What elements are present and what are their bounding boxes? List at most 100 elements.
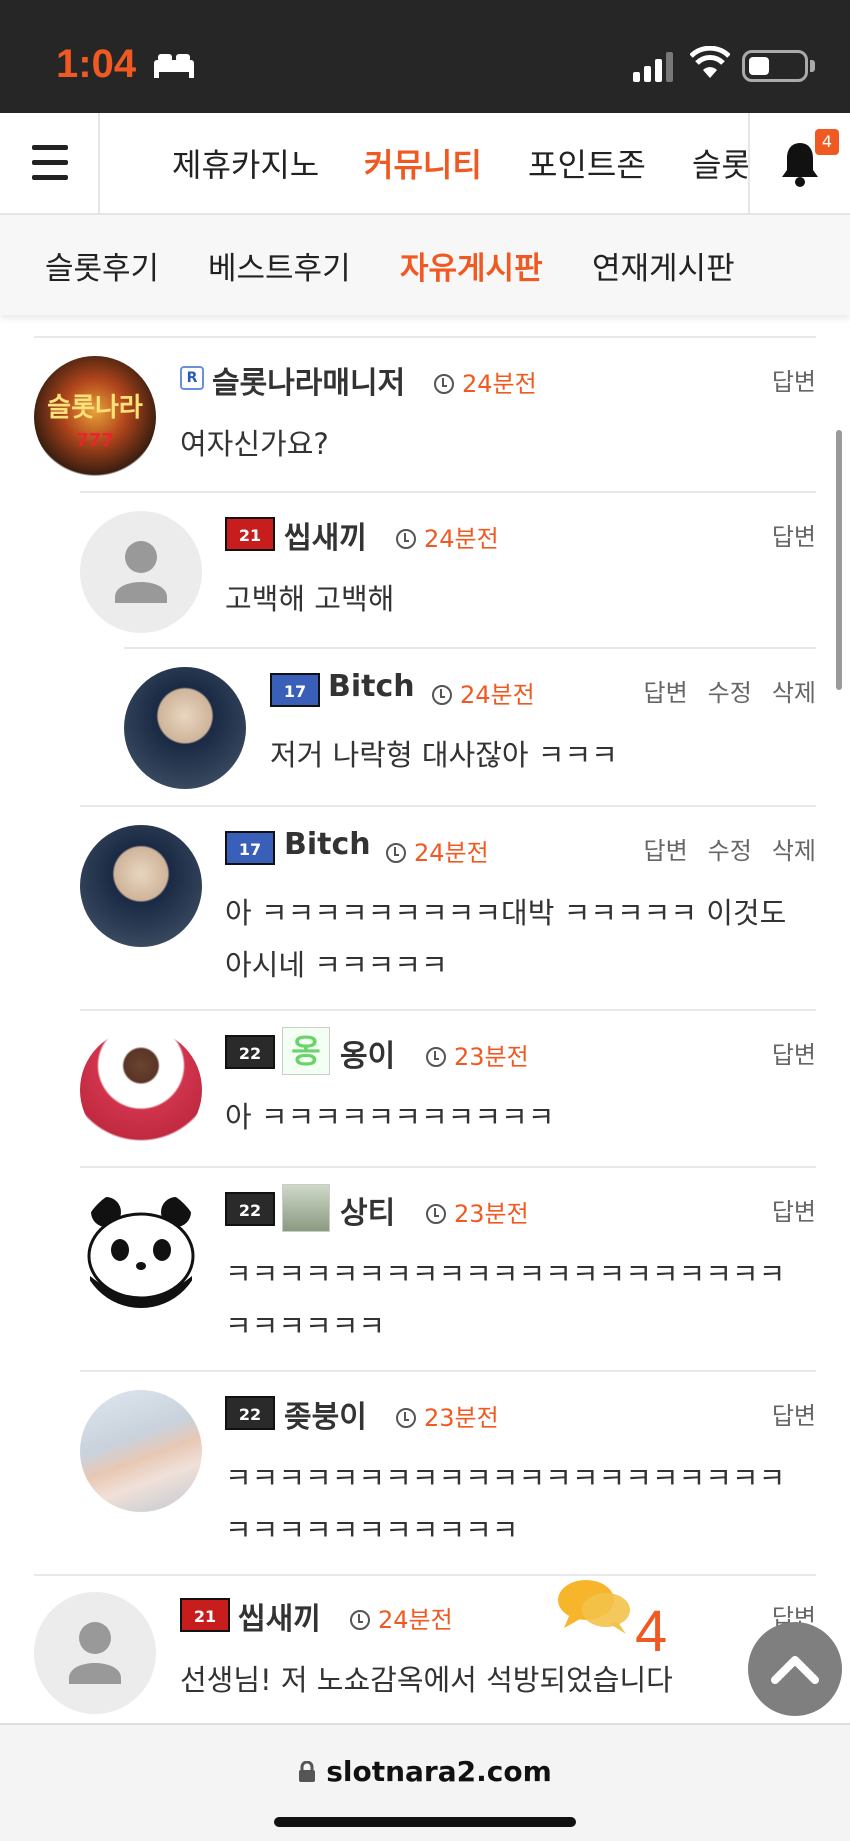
- comment-text: 아 ㅋㅋㅋㅋㅋㅋㅋㅋㅋㅋㅋ: [225, 1100, 555, 1134]
- level-badge: 22: [225, 1192, 275, 1226]
- clock-icon: [426, 1047, 446, 1067]
- comment-author[interactable]: 좆붕이: [284, 1392, 367, 1436]
- sub-navigation: 슬롯후기 베스트후기 자유게시판 연재게시판: [0, 215, 850, 315]
- url-display[interactable]: slotnara2.com: [0, 1755, 850, 1788]
- comment-time: 24분전: [396, 519, 499, 554]
- nav-item-slot[interactable]: 슬롯: [692, 140, 748, 186]
- status-bar: 1:04: [0, 0, 850, 113]
- comment-item: 22 상티 23분전 답변 ㅋㅋㅋㅋㅋㅋㅋㅋㅋㅋㅋㅋㅋㅋㅋㅋㅋㅋㅋㅋㅋㅋㅋㅋㅋㅋ…: [0, 1166, 850, 1370]
- notification-count-badge: 4: [815, 129, 839, 155]
- home-indicator[interactable]: [274, 1817, 576, 1827]
- comment-time: 24분전: [350, 1600, 453, 1635]
- sleep-mode-icon: [154, 54, 194, 78]
- reply-button[interactable]: 답변: [643, 679, 687, 707]
- avatar: [80, 1390, 202, 1512]
- comment-text: ㅋㅋㅋㅋㅋㅋㅋㅋㅋㅋㅋㅋㅋㅋㅋㅋㅋㅋㅋㅋㅋㅋㅋㅋㅋㅋㅋㅋㅋㅋㅋㅋ: [225, 1461, 786, 1547]
- clock-icon: [426, 1204, 446, 1224]
- clock-icon: [432, 685, 452, 705]
- comment-author[interactable]: 씹새끼: [238, 1594, 321, 1638]
- battery-tip: [810, 60, 815, 72]
- scrollbar[interactable]: [836, 430, 842, 690]
- reply-button[interactable]: 답변: [772, 1041, 816, 1069]
- comment-text: ㅋㅋㅋㅋㅋㅋㅋㅋㅋㅋㅋㅋㅋㅋㅋㅋㅋㅋㅋㅋㅋㅋㅋㅋㅋㅋㅋ: [225, 1257, 786, 1343]
- reply-button[interactable]: 답변: [643, 837, 687, 865]
- top-navigation: 제휴카지노 커뮤니티 포인트존 슬롯 4: [0, 113, 850, 215]
- tab-serial-board[interactable]: 연재게시판: [592, 243, 735, 288]
- level-badge: 17: [225, 831, 275, 865]
- member-badge-icon: [282, 1184, 330, 1232]
- comment-author[interactable]: Bitch: [284, 827, 371, 862]
- svg-text:슬롯나라: 슬롯나라: [47, 393, 143, 423]
- reply-button[interactable]: 답변: [772, 523, 816, 551]
- tab-best-review[interactable]: 베스트후기: [208, 243, 351, 288]
- clock-icon: [396, 1408, 416, 1428]
- comment-item: 17 Bitch 24분전 답변 수정 삭제 아 ㅋㅋㅋㅋㅋㅋㅋㅋㅋ대박 ㅋㅋㅋㅋㅋ…: [0, 805, 850, 1009]
- comment-item: 17 Bitch 24분전 답변 수정 삭제 저거 나락형 대사잖아 ㅋㅋㅋ: [0, 647, 850, 805]
- comment-actions: 답변: [752, 1396, 816, 1431]
- main-menu: 제휴카지노 커뮤니티 포인트존 슬롯: [102, 113, 748, 213]
- clock-icon: [434, 374, 454, 394]
- reply-button[interactable]: 답변: [772, 1198, 816, 1226]
- comment-author[interactable]: 슬롯나라매니저: [212, 358, 405, 402]
- comment-time: 23분전: [426, 1037, 529, 1072]
- comment-time: 24분전: [434, 364, 537, 399]
- nav-item-point-zone[interactable]: 포인트존: [528, 140, 646, 186]
- edit-button[interactable]: 수정: [708, 837, 752, 865]
- comment-item: 21 씹새끼 24분전 답변 선생님! 저 노쇼감옥에서 석방되었습니다: [0, 1574, 850, 1722]
- avatar: [80, 1029, 202, 1151]
- delete-button[interactable]: 삭제: [772, 837, 816, 865]
- comment-actions: 답변: [752, 362, 816, 397]
- comment-time: 23분전: [426, 1194, 529, 1229]
- comment-actions: 답변: [752, 1035, 816, 1070]
- chevron-up-icon: [771, 1656, 819, 1684]
- edit-button[interactable]: 수정: [708, 679, 752, 707]
- url-text: slotnara2.com: [326, 1755, 552, 1788]
- comment-time: 24분전: [386, 833, 489, 868]
- cellular-signal-icon: [633, 52, 673, 82]
- clock-icon: [396, 529, 416, 549]
- chat-count[interactable]: 4: [635, 1598, 667, 1665]
- tab-free-board[interactable]: 자유게시판: [400, 243, 543, 288]
- reply-button[interactable]: 답변: [772, 368, 816, 396]
- level-badge: 21: [225, 517, 275, 551]
- comment-author[interactable]: 옹이: [340, 1031, 395, 1075]
- default-avatar-icon: [34, 1592, 156, 1714]
- comment-actions: 답변: [752, 517, 816, 552]
- member-badge-icon: 옹: [282, 1027, 330, 1075]
- chat-bubbles-icon[interactable]: [556, 1576, 632, 1636]
- comment-time: 23분전: [396, 1398, 499, 1433]
- lock-icon: [299, 1760, 316, 1782]
- clock-icon: [386, 843, 406, 863]
- tab-slot-review[interactable]: 슬롯후기: [45, 243, 159, 288]
- reply-button[interactable]: 답변: [772, 1402, 816, 1430]
- nav-item-partner-casino[interactable]: 제휴카지노: [172, 140, 319, 186]
- panda-avatar: [80, 1186, 202, 1308]
- comment-text: 여자신가요?: [180, 427, 329, 461]
- delete-button[interactable]: 삭제: [772, 679, 816, 707]
- comment-item: 21 씹새끼 24분전 답변 고백해 고백해: [0, 491, 850, 647]
- comment-author[interactable]: Bitch: [328, 669, 415, 704]
- notification-button[interactable]: 4: [748, 113, 850, 213]
- avatar: [80, 825, 202, 947]
- scroll-to-top-button[interactable]: [748, 1622, 842, 1716]
- hamburger-icon[interactable]: [0, 113, 100, 213]
- comment-actions: 답변: [752, 1192, 816, 1227]
- manager-badge-icon: R: [180, 366, 204, 390]
- level-badge: 21: [180, 1598, 230, 1632]
- wifi-icon: [690, 46, 730, 78]
- comment-text: 선생님! 저 노쇼감옥에서 석방되었습니다: [180, 1663, 673, 1697]
- clock-icon: [350, 1610, 370, 1630]
- battery-icon: [742, 50, 808, 82]
- avatar: 슬롯나라 777: [34, 356, 156, 478]
- bell-icon: [782, 143, 818, 187]
- comment-actions: 답변 수정 삭제: [623, 673, 816, 708]
- nav-item-community[interactable]: 커뮤니티: [364, 140, 482, 186]
- browser-address-bar[interactable]: slotnara2.com: [0, 1723, 850, 1841]
- svg-text:777: 777: [76, 430, 114, 451]
- default-avatar-icon: [80, 511, 202, 633]
- clock: 1:04: [56, 42, 137, 86]
- comment-item: 22 옹 옹이 23분전 답변 아 ㅋㅋㅋㅋㅋㅋㅋㅋㅋㅋㅋ: [0, 1009, 850, 1166]
- comment-text: 저거 나락형 대사잖아 ㅋㅋㅋ: [270, 738, 618, 772]
- comment-author[interactable]: 상티: [340, 1188, 395, 1232]
- comment-author[interactable]: 씹새끼: [284, 513, 367, 557]
